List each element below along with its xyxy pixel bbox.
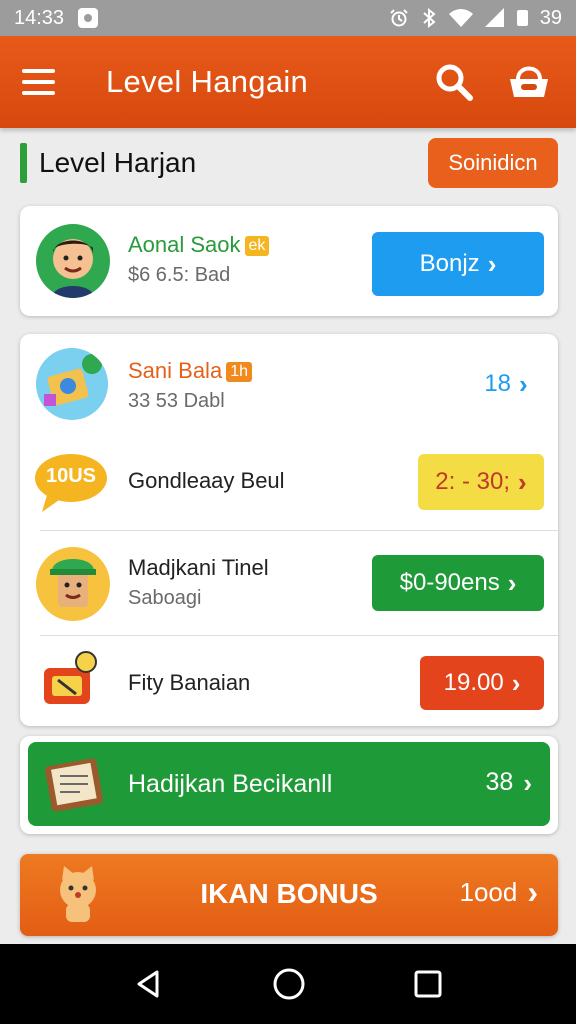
list-item[interactable]: Sani Bala 1h 33 53 Dabl 18 › — [20, 334, 558, 434]
notification-icon — [78, 8, 99, 28]
app-title: Level Hangain — [106, 64, 309, 99]
item-action-button[interactable]: 19.00 › — [420, 656, 544, 710]
system-nav-bar — [0, 944, 576, 1024]
item-action-button[interactable]: 2: - 30; › — [418, 454, 544, 510]
item-name: Aonal Saok — [128, 232, 241, 257]
section-title: Level Harjan — [39, 147, 197, 178]
item-action-button[interactable]: 18 › — [466, 362, 546, 406]
search-icon[interactable] — [432, 60, 476, 104]
green-banner-label: Hadijkan Becikanll — [128, 770, 333, 798]
chevron-right-icon: › — [523, 767, 532, 798]
chevron-right-icon: › — [518, 467, 527, 497]
green-banner-card: Hadijkan Becikanll 38 › — [20, 736, 558, 834]
status-time: 14:33 — [14, 6, 65, 29]
chevron-right-icon: › — [511, 668, 521, 698]
item-action-button[interactable]: $0-90ens › — [372, 555, 544, 611]
status-icons: 39 — [389, 7, 562, 30]
list-item[interactable]: Fity Banaian 19.00 › — [20, 636, 558, 726]
alarm-icon — [390, 9, 408, 27]
speech-bubble-text: 10US — [45, 465, 97, 487]
item-subtitle: Saboagi — [128, 587, 202, 609]
back-icon[interactable] — [133, 968, 165, 1000]
battery-level: 39 — [539, 6, 562, 29]
item-subtitle: 33 53 Dabl — [128, 390, 225, 412]
chevron-right-icon: › — [507, 568, 517, 598]
item-action-label: $0-90ens — [399, 569, 500, 596]
signal-icon — [484, 8, 504, 27]
wifi-icon — [448, 9, 473, 27]
item-tag: ek — [244, 236, 270, 256]
list-item[interactable]: 10US Gondleaay Beul 2: - 30; › — [20, 434, 558, 530]
item-list-card: Sani Bala 1h 33 53 Dabl 18 › 10US Gondleaa… — [20, 334, 558, 726]
bonus-banner-value: 1ood — [459, 876, 518, 907]
avatar — [36, 224, 110, 298]
section-action-button[interactable]: Soinidicn — [428, 138, 558, 188]
speech-bubble-icon: 10US — [34, 452, 108, 514]
document-icon — [42, 752, 108, 816]
green-banner-value: 38 — [485, 768, 514, 796]
toolbox-icon — [36, 650, 104, 710]
item-action-label: 19.00 — [443, 669, 504, 696]
game-board-icon — [36, 348, 108, 420]
avatar — [36, 547, 110, 621]
status-bar: 14:33 39 — [0, 0, 576, 36]
chevron-right-icon: › — [519, 369, 528, 399]
item-action-label: Bonjz — [419, 250, 480, 277]
item-name: Sani Bala — [128, 358, 223, 383]
item-card-1[interactable]: Aonal Saok ek $6 6.5: Bad Bonjz › — [20, 206, 558, 316]
item-name: Fity Banaian — [128, 670, 251, 695]
recents-icon[interactable] — [413, 969, 443, 999]
menu-icon[interactable] — [22, 60, 66, 104]
chevron-right-icon: › — [487, 249, 497, 279]
battery-icon — [516, 10, 528, 26]
item-subtitle: $6 6.5: Bad — [128, 264, 231, 286]
section-header: Level Harjan Soinidicn — [20, 138, 558, 188]
section-accent-bar — [20, 143, 27, 183]
bluetooth-icon — [423, 8, 436, 28]
home-icon[interactable] — [272, 967, 306, 1001]
item-name: Madjkani Tinel — [128, 555, 269, 580]
item-action-button[interactable]: Bonjz › — [372, 232, 544, 296]
item-action-label: 18 — [484, 370, 512, 397]
item-name: Gondleaay Beul — [128, 468, 285, 493]
item-action-label: 2: - 30; — [435, 468, 511, 495]
shop-basket-icon[interactable] — [504, 57, 554, 107]
list-item[interactable]: Madjkani Tinel Saboagi $0-90ens › — [20, 531, 558, 635]
item-tag: 1h — [226, 362, 252, 382]
chevron-right-icon: › — [527, 874, 538, 910]
bonus-banner-button[interactable]: IKAN BONUS 1ood › — [20, 854, 558, 936]
green-banner-button[interactable]: Hadijkan Becikanll 38 › — [28, 742, 550, 826]
app-bar: Level Hangain — [0, 36, 576, 128]
